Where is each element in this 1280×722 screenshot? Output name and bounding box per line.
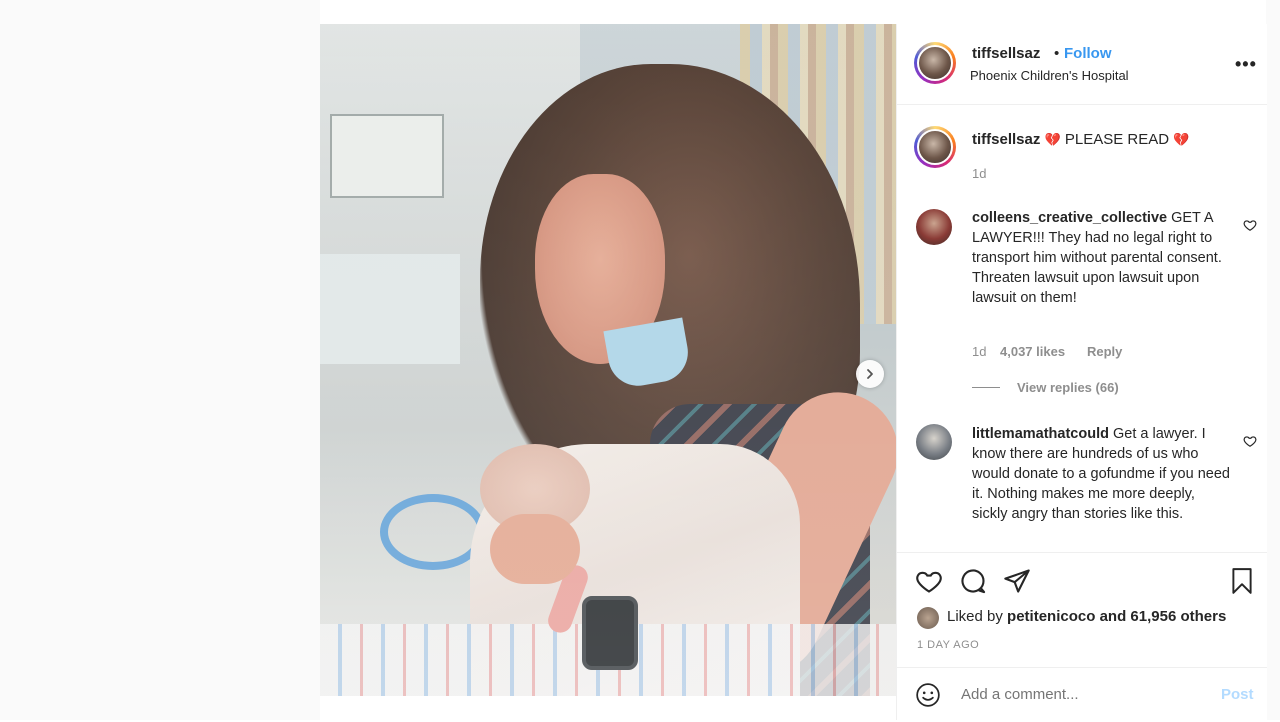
comment-like-heart-icon[interactable] (1243, 218, 1257, 232)
caption: tiffsellsaz 💔 PLEASE READ 💔 (972, 131, 1189, 148)
comment-like-heart-icon[interactable] (1243, 434, 1257, 448)
share-paper-plane-icon[interactable] (1003, 567, 1031, 595)
author-avatar[interactable] (914, 42, 956, 84)
caption-time: 1d (972, 166, 987, 181)
comment-username[interactable]: colleens_creative_collective (972, 210, 1167, 226)
reply-button[interactable]: Reply (1087, 344, 1122, 359)
comment-box: Post (897, 667, 1267, 722)
bookmark-icon[interactable] (1229, 567, 1255, 595)
follow-button[interactable]: Follow (1064, 45, 1112, 62)
chevron-right-icon (867, 369, 873, 379)
comment-body: colleens_creative_collective GET A LAWYE… (972, 208, 1234, 308)
post-side-panel: tiffsellsaz • Follow Phoenix Children's … (896, 24, 1267, 720)
post-comment-button[interactable]: Post (1221, 686, 1254, 703)
header-separator: • (1054, 45, 1060, 62)
caption-avatar[interactable] (914, 126, 956, 168)
liked-by-prefix: Liked by (947, 608, 1003, 625)
caption-text: PLEASE READ (1064, 131, 1170, 148)
post-location[interactable]: Phoenix Children's Hospital (970, 68, 1129, 83)
liked-by-username[interactable]: petitenicoco (1007, 608, 1095, 625)
liker-avatar[interactable] (917, 607, 939, 629)
comment-username[interactable]: littlemamathatcould (972, 426, 1109, 442)
comment-likes[interactable]: 4,037 likes (1000, 344, 1065, 359)
like-heart-icon[interactable] (915, 567, 943, 595)
caption-username[interactable]: tiffsellsaz (972, 131, 1040, 148)
replies-divider (972, 387, 1000, 388)
next-photo-button[interactable] (856, 360, 884, 388)
likes-count[interactable]: and 61,956 others (1100, 608, 1227, 625)
post-actions: Liked by petitenicoco and 61,956 others … (897, 552, 1267, 721)
more-options-button[interactable]: ••• (1235, 54, 1257, 75)
emoji-smiley-icon[interactable] (915, 682, 941, 708)
author-username[interactable]: tiffsellsaz (972, 45, 1040, 62)
comment-body: littlemamathatcould Get a lawyer. I know… (972, 424, 1234, 524)
view-replies-button[interactable]: View replies (66) (1017, 380, 1119, 395)
commenter-avatar[interactable] (916, 424, 952, 460)
comment-time: 1d (972, 344, 987, 359)
post-time: 1 DAY AGO (917, 639, 980, 651)
broken-heart-emoji-icon: 💔 (1173, 132, 1190, 147)
post-photo[interactable] (320, 24, 896, 696)
add-comment-input[interactable] (961, 686, 1201, 703)
page-left-margin (0, 0, 320, 720)
likes-summary[interactable]: Liked by petitenicoco and 61,956 others (947, 608, 1226, 625)
comment-bubble-icon[interactable] (959, 567, 987, 595)
page-right-margin (1266, 0, 1280, 720)
commenter-avatar[interactable] (916, 209, 952, 245)
post-header: tiffsellsaz • Follow Phoenix Children's … (897, 24, 1267, 105)
broken-heart-emoji-icon: 💔 (1044, 132, 1061, 147)
